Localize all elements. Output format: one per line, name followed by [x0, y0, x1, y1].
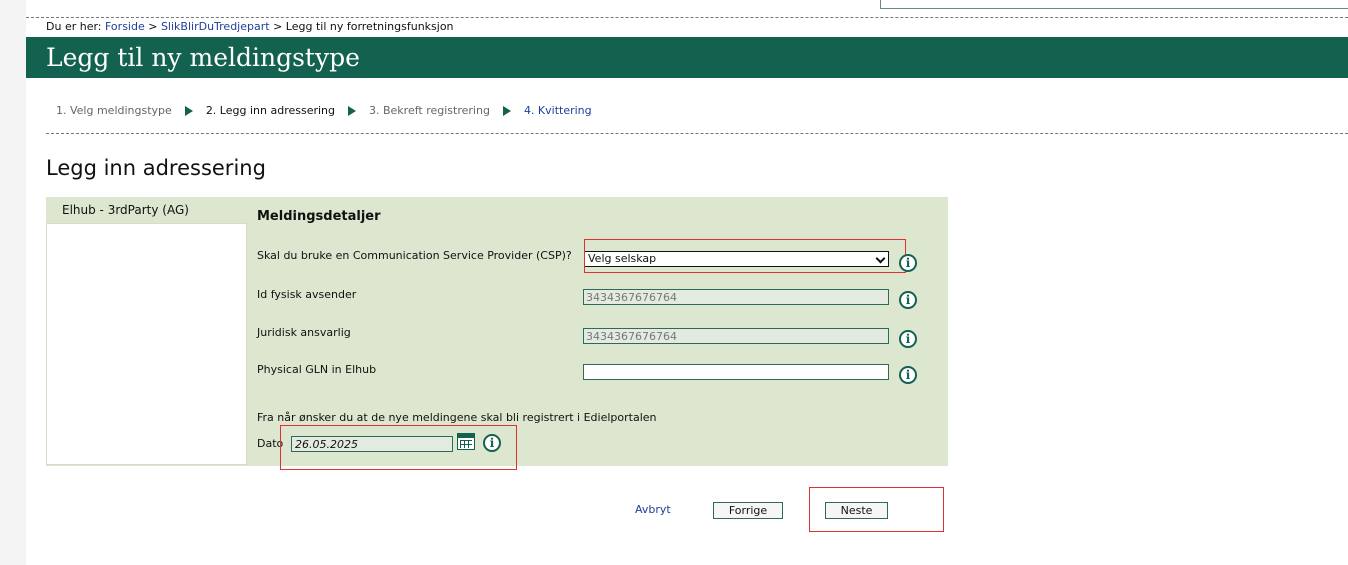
sidebar-list [46, 223, 247, 465]
top-search-field[interactable] [880, 0, 1348, 9]
breadcrumb-separator: > [273, 20, 283, 33]
cancel-link[interactable]: Avbryt [635, 503, 671, 516]
breadcrumb-prefix: Du er her: [46, 20, 102, 33]
arrow-right-icon [502, 105, 511, 116]
banner-title: Legg til ny meldingstype [46, 43, 360, 72]
info-icon[interactable]: i [899, 254, 917, 272]
breadcrumb-section-link[interactable]: SlikBlirDuTredjepart [161, 20, 270, 33]
highlight-box-csp [584, 239, 906, 273]
header-divider [26, 17, 1348, 18]
highlight-box-date [280, 425, 517, 470]
steps-divider [46, 133, 1348, 134]
step-4: 4. Kvittering [523, 104, 592, 117]
breadcrumb-current: Legg til ny forretningsfunksjon [285, 20, 454, 33]
legal-field[interactable]: 3434367676764 [583, 328, 889, 344]
info-icon[interactable]: i [899, 366, 917, 384]
date-question: Fra når ønsker du at de nye meldingene s… [257, 411, 657, 424]
step-3: 3. Bekreft registrering [369, 104, 490, 117]
arrow-right-icon [184, 105, 193, 116]
id-sender-label: Id fysisk avsender [257, 288, 357, 301]
info-icon[interactable]: i [899, 291, 917, 309]
info-icon[interactable]: i [899, 330, 917, 348]
id-sender-field[interactable]: 3434367676764 [583, 289, 889, 305]
form-panel: Elhub - 3rdParty (AG) Meldingsdetaljer S… [46, 197, 948, 470]
breadcrumb-separator: > [148, 20, 158, 33]
section-title: Meldingsdetaljer [257, 209, 381, 224]
wizard-steps: 1. Velg meldingstype 2. Legg inn adresse… [56, 104, 592, 117]
breadcrumb: Du er her: Forside > SlikBlirDuTredjepar… [46, 20, 454, 33]
csp-label: Skal du bruke en Communication Service P… [257, 249, 572, 262]
arrow-right-icon [348, 105, 356, 116]
gln-field[interactable] [583, 364, 889, 380]
page-title: Legg inn adressering [46, 156, 266, 180]
gln-label: Physical GLN in Elhub [257, 363, 377, 376]
highlight-box-next [809, 487, 944, 532]
sidebar-item-elhub[interactable]: Elhub - 3rdParty (AG) [62, 203, 189, 217]
left-margin [0, 0, 26, 565]
step-1: 1. Velg meldingstype [56, 104, 172, 117]
step-2: 2. Legg inn adressering [205, 104, 335, 117]
previous-button[interactable]: Forrige [713, 502, 783, 519]
breadcrumb-home-link[interactable]: Forside [105, 20, 145, 33]
title-banner: Legg til ny meldingstype [26, 37, 1348, 78]
legal-label: Juridisk ansvarlig [257, 326, 351, 339]
